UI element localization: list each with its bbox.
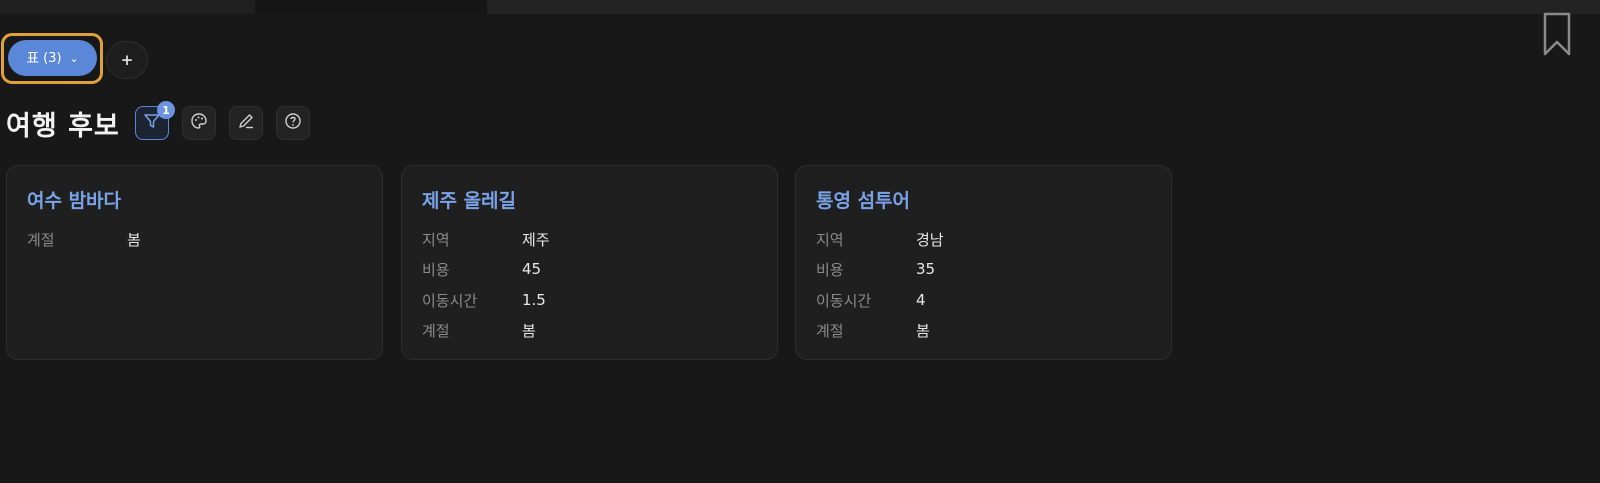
property-value: 4 — [916, 291, 926, 309]
palette-icon — [190, 112, 208, 134]
tab-strip-right — [487, 0, 1600, 14]
help-button[interactable] — [276, 106, 310, 140]
view-switcher-button[interactable]: 표 (3) ⌄ — [8, 40, 97, 76]
card-property-row: 비용 35 — [816, 257, 935, 281]
card-property-row: 계절 봄 — [27, 227, 141, 251]
card-property-row: 이동시간 1.5 — [422, 288, 546, 312]
property-label: 이동시간 — [422, 291, 478, 310]
filter-button[interactable]: 1 — [135, 101, 175, 140]
window-top-bar — [0, 0, 1600, 14]
card-title[interactable]: 통영 섬투어 — [816, 186, 910, 213]
card-property-row: 계절 봄 — [422, 318, 536, 342]
help-icon — [284, 112, 302, 134]
view-switcher-focus: 표 (3) ⌄ — [1, 33, 103, 84]
property-label: 계절 — [422, 321, 450, 340]
tab-strip-left — [0, 0, 255, 14]
tab-strip-active — [255, 0, 487, 14]
card-property-row: 지역 경남 — [816, 227, 944, 251]
card-item[interactable]: 통영 섬투어 지역 경남 비용 35 이동시간 4 계절 봄 — [795, 165, 1172, 360]
card-property-row: 비용 45 — [422, 257, 541, 281]
property-label: 계절 — [27, 230, 55, 249]
property-value: 1.5 — [522, 291, 546, 309]
view-label: 표 — [26, 51, 40, 67]
appearance-button[interactable] — [182, 106, 216, 140]
chevron-down-icon: ⌄ — [69, 51, 79, 65]
property-value: 봄 — [522, 321, 536, 340]
property-value: 봄 — [916, 321, 930, 340]
view-count: (3) — [43, 50, 62, 66]
card-title[interactable]: 여수 밤바다 — [27, 186, 121, 213]
property-value: 35 — [916, 260, 936, 278]
add-view-button[interactable]: + — [106, 41, 148, 79]
property-label: 지역 — [816, 230, 844, 249]
property-value: 45 — [522, 260, 542, 278]
pencil-icon — [237, 112, 255, 134]
property-label: 비용 — [422, 260, 450, 279]
bookmark-icon[interactable] — [1542, 12, 1572, 58]
property-label: 이동시간 — [816, 291, 872, 310]
card-property-row: 이동시간 4 — [816, 288, 926, 312]
page-title: 여행 후보 — [6, 111, 120, 142]
edit-button[interactable] — [229, 106, 263, 140]
card-item[interactable]: 여수 밤바다 계절 봄 — [6, 165, 383, 360]
card-title[interactable]: 제주 올레길 — [422, 186, 516, 213]
property-label: 비용 — [816, 260, 844, 279]
property-label: 지역 — [422, 230, 450, 249]
filter-count-badge: 1 — [157, 101, 175, 119]
card-item[interactable]: 제주 올레길 지역 제주 비용 45 이동시간 1.5 계절 봄 — [401, 165, 778, 360]
property-label: 계절 — [816, 321, 844, 340]
property-value: 경남 — [916, 230, 944, 249]
card-property-row: 계절 봄 — [816, 318, 930, 342]
property-value: 제주 — [522, 230, 550, 249]
property-value: 봄 — [127, 230, 141, 249]
card-property-row: 지역 제주 — [422, 227, 550, 251]
